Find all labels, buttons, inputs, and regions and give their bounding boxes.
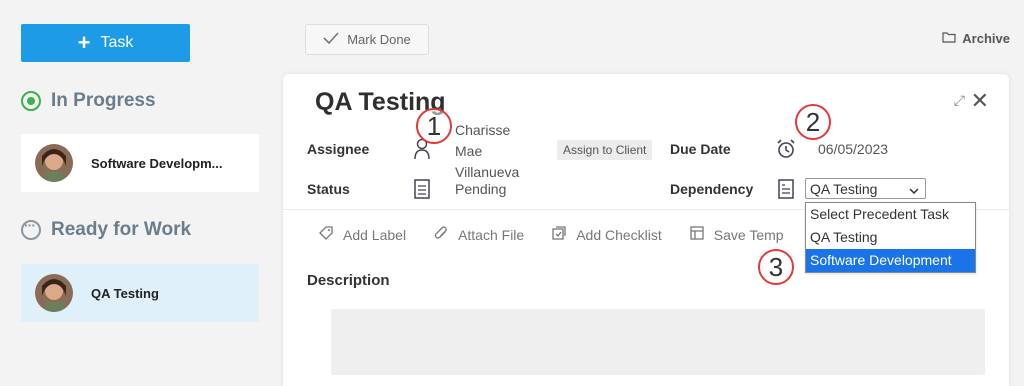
task-card-label: QA Testing <box>91 285 159 301</box>
add-label-button[interactable]: Add Label <box>319 226 406 243</box>
archive-label: Archive <box>962 31 1010 46</box>
save-template-text: Save Temp <box>713 226 784 243</box>
in-progress-icon <box>21 91 41 111</box>
description-field[interactable] <box>331 309 985 375</box>
dependency-option[interactable]: QA Testing <box>806 226 975 249</box>
task-actions: Add Label Attach File Add Checklist Save… <box>319 226 784 243</box>
dependency-label: Dependency <box>670 181 754 197</box>
avatar <box>35 144 73 182</box>
mark-done-button[interactable]: Mark Done <box>305 24 429 55</box>
task-detail-panel: QA Testing ⤢ ✕ Assignee Charisse Mae Vil… <box>283 74 1009 386</box>
status-value[interactable]: Pending <box>455 181 506 197</box>
ready-title: Ready for Work <box>51 219 192 240</box>
due-date-value[interactable]: 06/05/2023 <box>818 141 888 157</box>
close-icon[interactable]: ✕ <box>971 88 989 114</box>
checklist-icon <box>552 226 566 243</box>
save-template-button[interactable]: Save Temp <box>690 226 784 243</box>
alarm-clock-icon <box>775 138 797 160</box>
check-icon <box>323 32 339 47</box>
assign-to-client-button[interactable]: Assign to Client <box>557 140 653 160</box>
tag-icon <box>319 226 333 243</box>
task-card-software-development[interactable]: Software Developm... <box>21 134 259 192</box>
task-card-qa-testing[interactable]: QA Testing <box>21 264 259 322</box>
mark-done-label: Mark Done <box>347 32 411 47</box>
callout-3: 3 <box>758 249 794 285</box>
callout-1: 1 <box>416 108 452 144</box>
add-task-button[interactable]: + Task <box>21 24 190 62</box>
dependency-options: Select Precedent Task QA Testing Softwar… <box>805 202 976 273</box>
task-card-label: Software Developm... <box>91 155 223 171</box>
callout-2: 2 <box>795 104 831 140</box>
assignee-value[interactable]: Charisse Mae Villanueva <box>455 120 535 183</box>
attach-file-text: Attach File <box>458 226 525 243</box>
add-label-text: Add Label <box>343 226 407 243</box>
chevron-down-icon <box>909 181 919 197</box>
add-checklist-text: Add Checklist <box>576 226 662 243</box>
due-date-label: Due Date <box>670 141 731 157</box>
section-in-progress: In Progress <box>21 90 156 112</box>
section-ready-for-work: Ready for Work <box>21 217 192 241</box>
dependency-option[interactable]: Select Precedent Task <box>806 203 975 226</box>
add-checklist-button[interactable]: Add Checklist <box>552 226 662 243</box>
document-icon <box>411 178 433 200</box>
status-label: Status <box>307 181 350 197</box>
in-progress-title: In Progress <box>51 90 156 111</box>
ready-for-work-icon <box>21 217 41 240</box>
avatar <box>35 274 73 312</box>
list-icon <box>775 178 797 200</box>
expand-icon[interactable]: ⤢ <box>954 92 965 109</box>
plus-icon: + <box>77 30 91 55</box>
add-task-label: Task <box>100 34 134 51</box>
attach-file-button[interactable]: Attach File <box>434 226 524 243</box>
assignee-label: Assignee <box>307 141 370 157</box>
dependency-option-highlighted[interactable]: Software Development <box>806 249 975 272</box>
paperclip-icon <box>434 226 448 243</box>
dependency-selected: QA Testing <box>810 180 878 197</box>
template-icon <box>690 226 704 243</box>
description-label: Description <box>307 272 390 289</box>
archive-button[interactable]: Archive <box>942 31 1010 46</box>
folder-icon <box>942 31 956 46</box>
dependency-select[interactable]: QA Testing <box>805 178 926 199</box>
